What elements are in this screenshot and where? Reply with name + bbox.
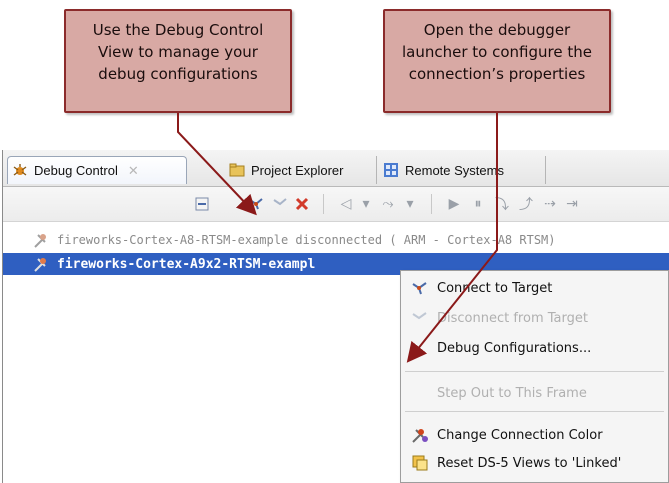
chevron-down-icon[interactable]: ▾ (401, 195, 419, 213)
toolbar-separator (323, 194, 324, 214)
menu-item-label: Connect to Target (437, 280, 553, 296)
reset-views-icon (411, 454, 429, 472)
connection-icon (33, 231, 51, 249)
callout-line: debug configurations (98, 65, 258, 83)
connection-label: fireworks-Cortex-A9x2-RTSM-exampl (57, 256, 316, 272)
debug-control-icon (12, 163, 28, 179)
tab-label: Project Explorer (251, 162, 344, 178)
connection-label: fireworks-Cortex-A8-RTSM-example disconn… (57, 233, 556, 247)
step-icon[interactable]: ⇢ (541, 195, 559, 213)
disconnect-icon[interactable] (271, 195, 289, 213)
connection-color-icon (411, 426, 429, 444)
remote-systems-icon (383, 162, 399, 178)
step-back-icon[interactable]: ◁ (337, 195, 355, 213)
connect-icon (411, 279, 429, 297)
tab-label: Remote Systems (405, 162, 504, 178)
callout-debug-control: Use the Debug Control View to manage you… (64, 9, 292, 113)
menu-item-label: Debug Configurations... (437, 340, 592, 356)
menu-item-reset-ds5-views[interactable]: Reset DS-5 Views to 'Linked' (401, 451, 668, 475)
connection-row[interactable]: fireworks-Cortex-A8-RTSM-example disconn… (3, 229, 669, 251)
connection-icon (33, 255, 51, 273)
callout-line: Open the debugger (423, 21, 571, 39)
disconnect-icon (411, 309, 429, 327)
resume-icon[interactable]: ▶ (445, 195, 463, 213)
view-tab-bar: Debug Control ✕ Project Explorer Remote … (3, 150, 669, 187)
menu-item-debug-configurations[interactable]: Debug Configurations... (401, 336, 668, 360)
menu-item-connect-to-target[interactable]: Connect to Target (401, 276, 668, 300)
menu-item-change-connection-color[interactable]: Change Connection Color (401, 423, 668, 447)
menu-item-label: Disconnect from Target (437, 310, 588, 326)
tab-project-explorer[interactable]: Project Explorer (229, 156, 343, 184)
connect-icon[interactable] (247, 195, 265, 213)
chevron-down-icon[interactable]: ▾ (357, 195, 375, 213)
remove-icon[interactable] (293, 195, 311, 213)
callout-line: launcher to configure the (402, 43, 592, 61)
step-return-icon[interactable]: ⤴ (517, 195, 535, 213)
callout-debugger-launcher: Open the debugger launcher to configure … (383, 9, 611, 113)
view-toolbar: ◁ ▾ ⤳ ▾ ▶ ⏸ ⤵ ⤴ ⇢ ⇥ (3, 187, 669, 222)
close-icon[interactable]: ✕ (128, 163, 139, 179)
step-into-icon[interactable]: ⤵ (493, 195, 511, 213)
toolbar-separator (431, 194, 432, 214)
tab-label: Debug Control (34, 163, 118, 178)
menu-separator (405, 371, 664, 372)
callout-line: Use the Debug Control (92, 21, 264, 39)
step-instruction-icon[interactable]: ⇥ (563, 195, 581, 213)
context-menu: Connect to Target Disconnect from Target… (400, 270, 669, 483)
callout-line: View to manage your (98, 43, 258, 61)
menu-item-disconnect-from-target[interactable]: Disconnect from Target (401, 306, 668, 330)
suspend-icon[interactable]: ⏸ (469, 195, 487, 213)
menu-item-label: Reset DS-5 Views to 'Linked' (437, 455, 622, 471)
tab-debug-control[interactable]: Debug Control ✕ (7, 156, 187, 184)
project-explorer-icon (229, 162, 245, 178)
menu-item-step-out-to-this-frame[interactable]: Step Out to This Frame (401, 381, 668, 405)
menu-separator (405, 411, 664, 412)
collapse-icon[interactable] (193, 195, 211, 213)
tab-remote-systems[interactable]: Remote Systems (376, 156, 546, 184)
step-over-icon[interactable]: ⤳ (379, 195, 397, 213)
callout-line: connection’s properties (408, 65, 586, 83)
menu-item-label: Step Out to This Frame (437, 385, 587, 401)
menu-item-label: Change Connection Color (437, 427, 603, 443)
